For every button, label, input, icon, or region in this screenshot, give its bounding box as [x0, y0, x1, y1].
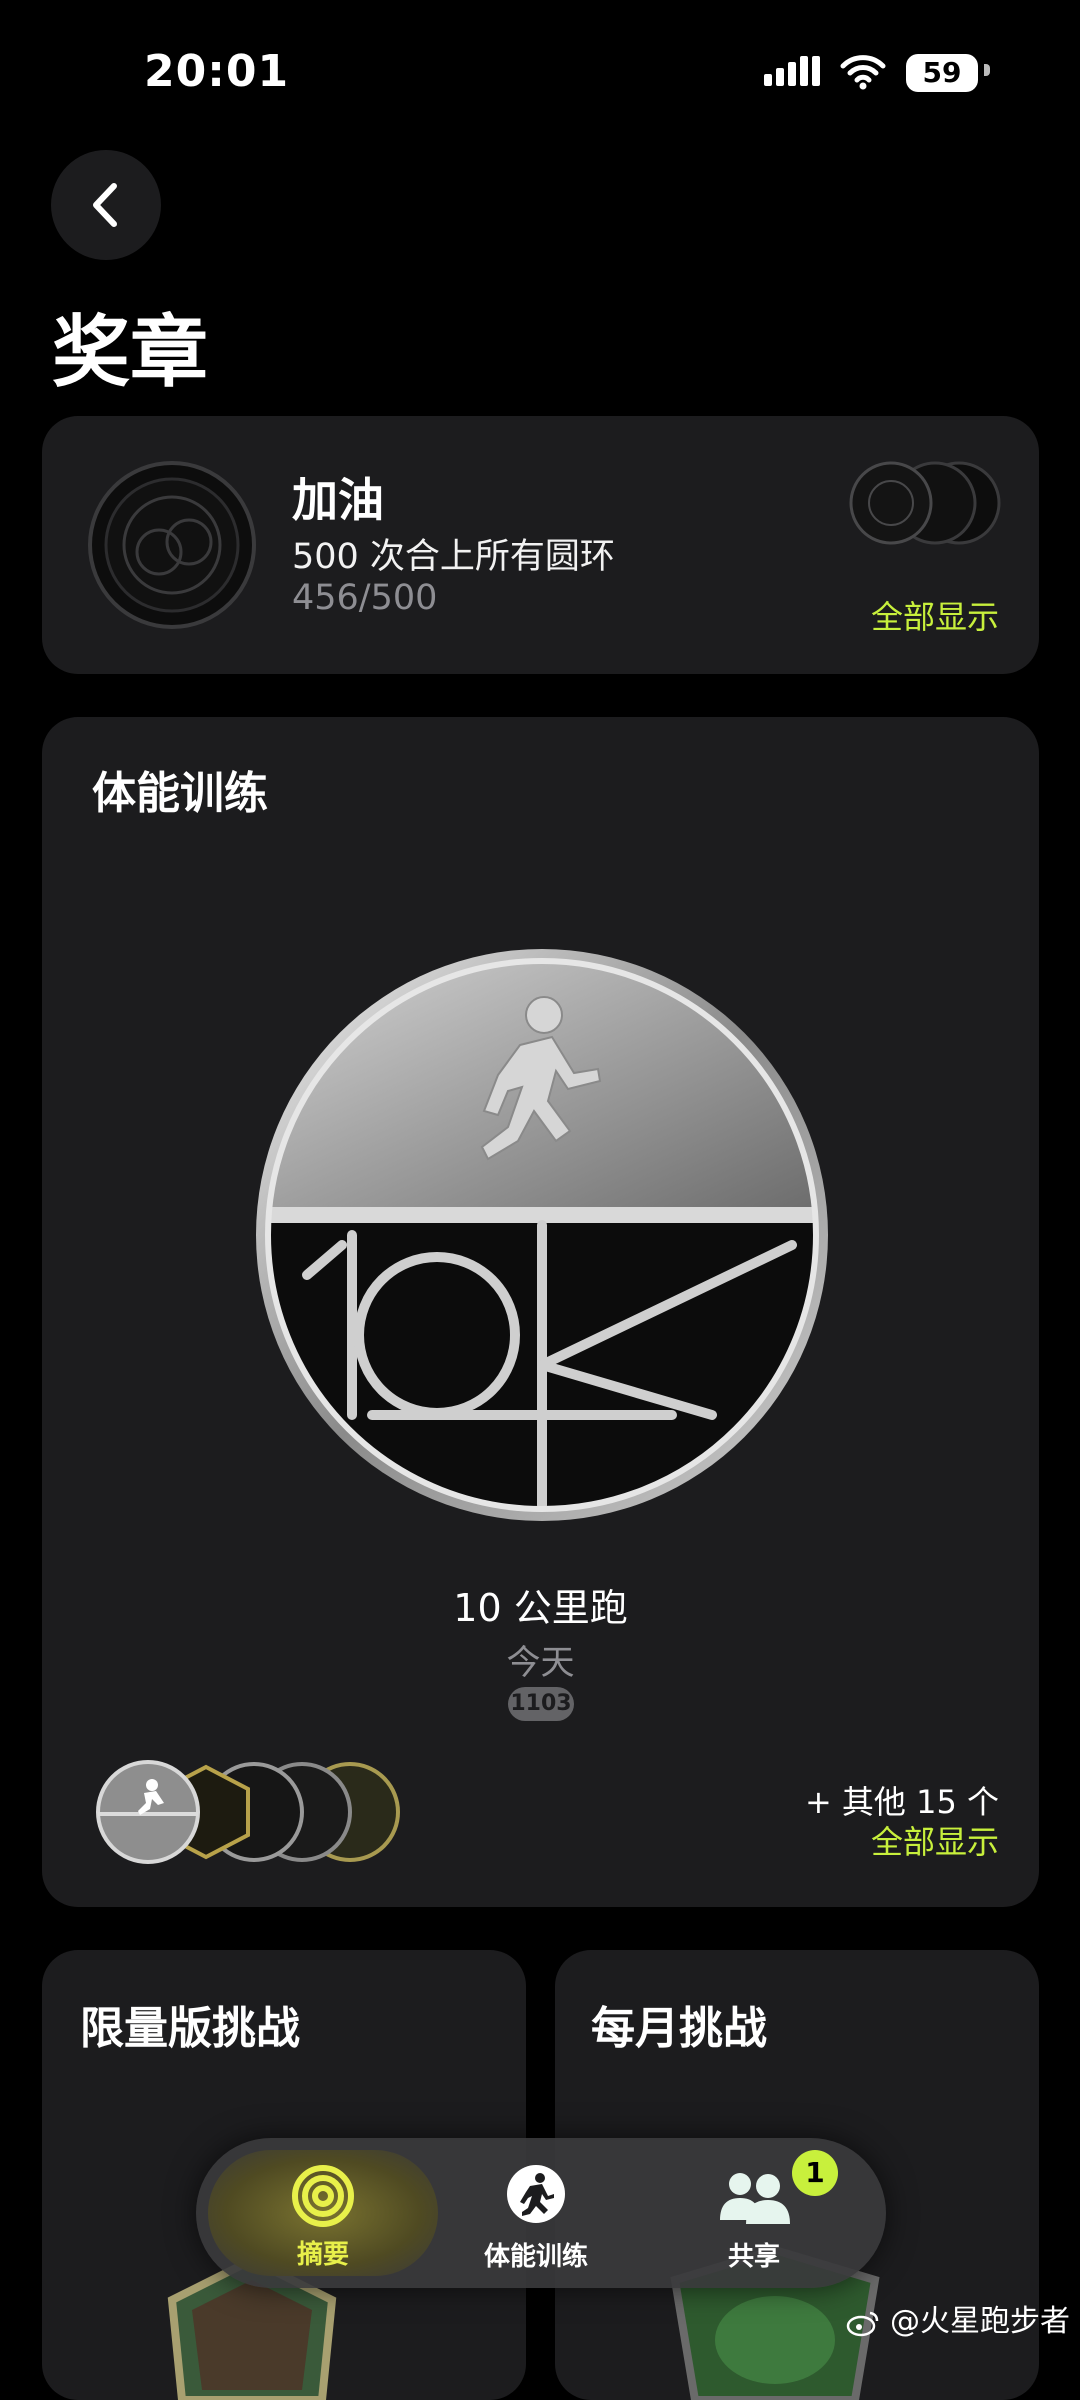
award-59-medal-icon	[88, 461, 256, 629]
fitness-show-all-link[interactable]: 全部显示	[871, 1817, 999, 1863]
fitness-section-title: 体能训练	[92, 768, 268, 819]
people-icon	[720, 2173, 790, 2224]
page-title: 奖章	[52, 308, 209, 398]
activity-rings-icon	[292, 2165, 354, 2227]
limited-section-title: 限量版挑战	[80, 2003, 300, 2054]
back-button[interactable]	[51, 150, 161, 260]
battery-level: 59	[906, 54, 978, 92]
monthly-section-title: 每月挑战	[591, 2003, 767, 2054]
running-figure-icon	[507, 2165, 565, 2223]
featured-award-card[interactable]: 加油 500 次合上所有圆环 456/500 全部显示	[42, 416, 1039, 674]
watermark: @火星跑步者	[846, 2296, 1070, 2340]
tab-summary[interactable]: 摘要	[208, 2150, 438, 2276]
cellular-signal-icon	[764, 56, 820, 86]
medal-count-badge: 1103	[508, 1687, 574, 1721]
running-10k-medal-icon[interactable]	[252, 945, 832, 1525]
medal-date: 今天	[506, 1643, 575, 1683]
status-icons: 59	[764, 50, 990, 94]
featured-award-title: 加油	[292, 473, 384, 527]
battery-tip	[984, 64, 990, 76]
tab-bar: 摘要 体能训练 共享 1	[196, 2138, 886, 2288]
tab-summary-label: 摘要	[296, 2240, 349, 2270]
chevron-left-icon	[93, 183, 117, 227]
wifi-icon	[840, 55, 886, 90]
medal-name: 10 公里跑	[453, 1586, 628, 1630]
weibo-icon	[847, 2311, 879, 2336]
award-stack-icon	[849, 461, 1001, 545]
tab-fitness[interactable]: 体能训练	[436, 2138, 636, 2288]
tab-fitness-label: 体能训练	[483, 2242, 588, 2272]
status-time: 20:01	[144, 46, 290, 97]
watermark-text: @火星跑步者	[890, 2304, 1070, 2339]
sharing-notification-badge: 1	[792, 2150, 838, 2196]
featured-award-description: 500 次合上所有圆环	[292, 537, 615, 577]
medal-stack-icon[interactable]	[90, 1757, 410, 1867]
fitness-awards-card: 体能训练 10 公里跑 今天 1103 + 其他 15 个 全部显示	[42, 717, 1039, 1907]
featured-award-progress: 456/500	[292, 578, 438, 618]
tab-sharing-label: 共享	[727, 2242, 780, 2272]
featured-show-all-link[interactable]: 全部显示	[871, 592, 999, 638]
